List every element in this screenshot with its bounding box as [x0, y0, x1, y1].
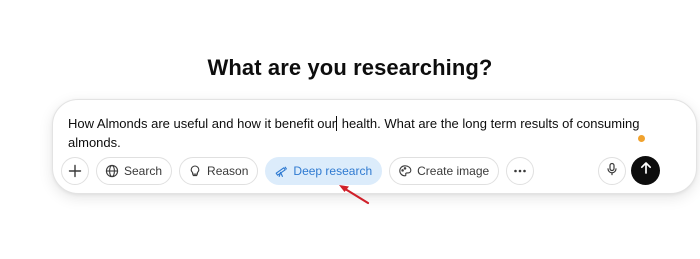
- composer-toolbar: Search Reason Deep research Create image: [61, 156, 541, 186]
- more-dots-icon: [513, 164, 527, 178]
- prompt-input[interactable]: How Almonds are useful and how it benefi…: [68, 114, 648, 152]
- deep-research-button-label: Deep research: [293, 164, 373, 178]
- create-image-button[interactable]: Create image: [389, 157, 500, 185]
- search-button[interactable]: Search: [96, 157, 173, 185]
- telescope-icon: [274, 164, 288, 178]
- send-button[interactable]: [631, 156, 660, 185]
- create-image-button-label: Create image: [417, 164, 490, 178]
- palette-icon: [398, 164, 412, 178]
- voice-input-button[interactable]: [598, 157, 626, 185]
- status-dot: [638, 135, 645, 142]
- text-caret: [336, 116, 338, 131]
- page: What are you researching? How Almonds ar…: [0, 0, 700, 259]
- prompt-text-before-caret: How Almonds are useful and how it benefi…: [68, 116, 337, 131]
- page-heading: What are you researching?: [207, 55, 493, 80]
- globe-icon: [105, 164, 119, 178]
- reason-button[interactable]: Reason: [179, 157, 259, 185]
- lightbulb-icon: [188, 164, 202, 178]
- more-options-button[interactable]: [506, 157, 535, 185]
- microphone-icon: [605, 162, 619, 181]
- search-button-label: Search: [124, 164, 163, 178]
- plus-icon: [68, 164, 82, 178]
- reason-button-label: Reason: [207, 164, 249, 178]
- arrow-up-icon: [639, 161, 653, 180]
- annotation-arrow: [339, 185, 370, 205]
- add-attachment-button[interactable]: [61, 157, 89, 185]
